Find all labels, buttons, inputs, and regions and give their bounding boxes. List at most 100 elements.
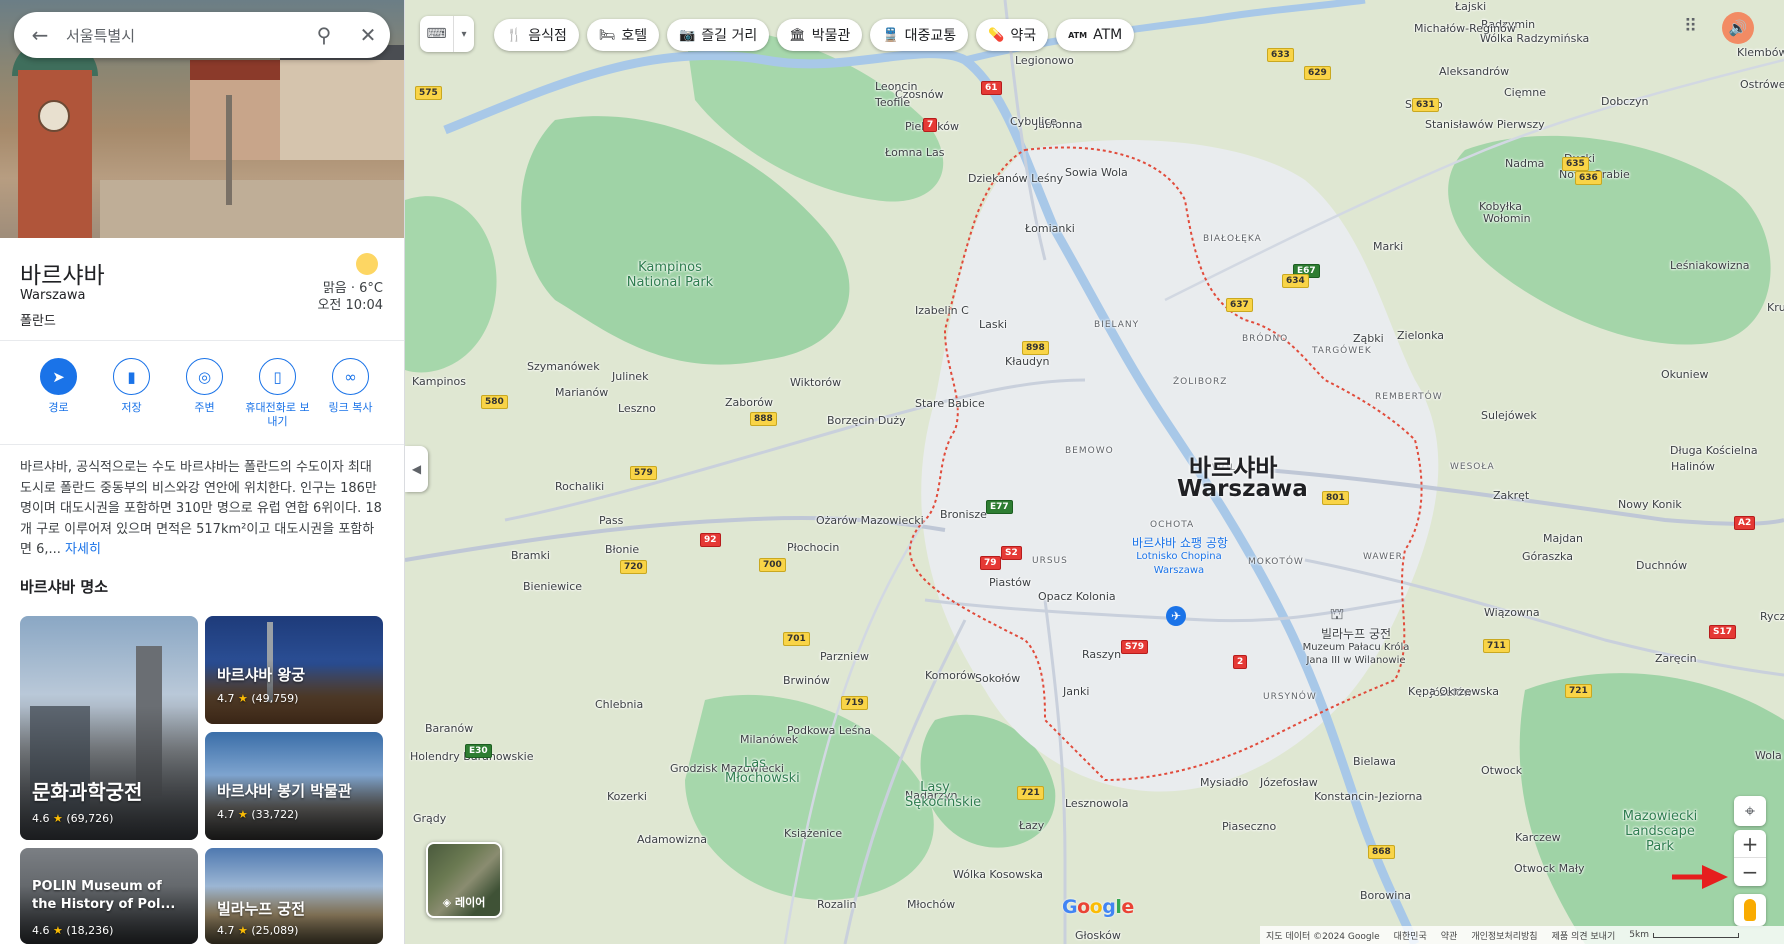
map-place-label[interactable]: Bramki [511, 549, 550, 562]
map-place-label[interactable]: Szymanówek [527, 360, 600, 373]
map-place-label[interactable]: Józefosław [1260, 776, 1318, 789]
map-place-label[interactable]: Opacz Kolonia [1038, 590, 1116, 603]
map-district-label[interactable]: BIAŁOŁĘKA [1203, 234, 1262, 244]
map-place-label[interactable]: Wołomin [1483, 212, 1531, 225]
map-place-label[interactable]: Sulejówek [1481, 409, 1537, 422]
map-place-label[interactable]: Książenice [784, 827, 842, 840]
map-place-label[interactable]: Sowia Wola [1065, 166, 1128, 179]
map-place-label[interactable]: Okuniew [1661, 368, 1708, 381]
apps-grid-icon[interactable]: ⠿ [1684, 16, 1697, 37]
map-place-label[interactable]: Ząbki [1353, 332, 1384, 345]
map-place-label[interactable]: Karczew [1515, 831, 1561, 844]
landmark-card[interactable]: 바르샤바 봉기 박물관 4.7 ★ (33,722) [205, 732, 383, 840]
map-park-label[interactable]: Las Młochowski [725, 756, 800, 786]
map-place-label[interactable]: Laski [979, 318, 1007, 331]
chip-hotels[interactable]: 🛏 호텔 [586, 19, 660, 51]
map-place-label[interactable]: Lesznowola [1065, 797, 1128, 810]
map-place-label[interactable]: Stare Babice [915, 397, 985, 410]
search-input[interactable]: 서울특별시 [66, 25, 302, 46]
map-place-label[interactable]: Łomianki [1025, 222, 1075, 235]
map-district-label[interactable]: BRÓDNO [1242, 334, 1288, 344]
map-place-label[interactable]: Wiktorów [790, 376, 841, 389]
map-place-label[interactable]: Ostrówek [1740, 78, 1784, 91]
landmark-card[interactable]: POLIN Museum of the History of Pol... 4.… [20, 848, 198, 944]
map-place-label[interactable]: Kłaudyn [1005, 355, 1050, 368]
airport-icon[interactable]: ✈ [1166, 606, 1186, 626]
map-place-label[interactable]: Borzęcin Duży [827, 414, 906, 427]
map-district-label[interactable]: BEMOWO [1065, 446, 1114, 456]
map-district-label[interactable]: REMBERTÓW [1375, 392, 1443, 402]
map-place-label[interactable]: Raszyn [1082, 648, 1121, 661]
map-district-label[interactable]: URSUS [1032, 556, 1068, 566]
map-place-label[interactable]: Góraszka [1522, 550, 1573, 563]
map-place-label[interactable]: Legionowo [1015, 54, 1074, 67]
search-box[interactable]: ← 서울특별시 ⚲ ✕ [14, 12, 390, 58]
map-place-label[interactable]: Mysiadło [1200, 776, 1248, 789]
palace-icon[interactable]: ⛫ [1323, 604, 1351, 624]
map-place-label[interactable]: Konstancin-Jeziorna [1314, 790, 1422, 803]
footer-feedback[interactable]: 제품 의견 보내기 [1552, 929, 1616, 942]
map-place-label[interactable]: Wólka Kosowska [953, 868, 1043, 881]
map-place-label[interactable]: Zielonka [1397, 329, 1444, 342]
map-place-label[interactable]: Kampinos [412, 375, 466, 388]
map-place-label[interactable]: Wiązowna [1484, 606, 1540, 619]
read-more-link[interactable]: 자세히 [65, 542, 101, 557]
map-place-label[interactable]: Teofile [875, 96, 910, 109]
map-place-label[interactable]: Nadma [1505, 157, 1544, 170]
map-park-label[interactable]: Kampinos National Park [615, 260, 725, 290]
search-icon[interactable]: ⚲ [302, 23, 346, 47]
map-place-label[interactable]: Brwinów [783, 674, 830, 687]
nearby-button[interactable]: ◎ 주변 [168, 358, 241, 429]
map-district-label[interactable]: WESOŁA [1450, 462, 1495, 472]
map-district-label[interactable]: URSYNÓW [1263, 692, 1317, 702]
map-place-label[interactable]: Marki [1373, 240, 1403, 253]
map-district-label[interactable]: WAWER [1363, 552, 1403, 562]
speaker-icon[interactable]: 🔊 [1722, 12, 1754, 44]
map-place-label[interactable]: Zaborów [725, 396, 773, 409]
map-place-label[interactable]: Łazy [1019, 819, 1044, 832]
map-place-label[interactable]: Parzniew [820, 650, 869, 663]
map-place-label[interactable]: Leśniakowizna [1670, 259, 1749, 272]
map-place-label[interactable]: Bronisze [940, 508, 987, 521]
map-place-label[interactable]: Pass [599, 514, 623, 527]
map-place-label[interactable]: Płochocin [787, 541, 839, 554]
save-button[interactable]: ▮ 저장 [95, 358, 168, 429]
map-place-label[interactable]: Baranów [425, 722, 473, 735]
map-place-label[interactable]: Marianów [555, 386, 608, 399]
chip-transit[interactable]: 🚆 대중교통 [870, 19, 969, 51]
map-place-label[interactable]: Bieniewice [523, 580, 582, 593]
map-place-label[interactable]: Julinek [612, 370, 648, 383]
map-place-label[interactable]: Leoncin [875, 80, 917, 93]
scale-bar[interactable]: 5km [1629, 930, 1739, 940]
map-place-label[interactable]: Halinów [1671, 460, 1715, 473]
map-park-label[interactable]: Mazowiecki Landscape Park [1610, 809, 1710, 854]
map-place-label[interactable]: Adamowizna [637, 833, 707, 846]
map-district-label[interactable]: OCHOTA [1150, 520, 1194, 530]
map-place-label[interactable]: Cybulice [1010, 115, 1057, 128]
map-place-label[interactable]: Głosków [1075, 929, 1121, 942]
my-location-button[interactable]: ⌖ [1734, 796, 1766, 826]
chip-pharmacies[interactable]: 💊 약국 [976, 19, 1049, 51]
map-place-label[interactable]: Łomna Las [885, 146, 944, 159]
map-place-label[interactable]: Sokołów [975, 672, 1020, 685]
map-place-label[interactable]: Piastów [989, 576, 1031, 589]
map-place-label[interactable]: Chlebnia [595, 698, 643, 711]
map-place-label[interactable]: Kozerki [607, 790, 647, 803]
map-place-label[interactable]: Stanisławów Pierwszy [1425, 118, 1545, 131]
landmark-card[interactable]: 바르샤바 왕궁 4.7 ★ (49,759) [205, 616, 383, 724]
map-place-label[interactable]: Klembów [1737, 46, 1784, 59]
zoom-in-button[interactable]: + [1734, 830, 1766, 858]
map-district-label[interactable]: MOKOTÓW [1248, 557, 1304, 567]
map-place-label[interactable]: Leszno [618, 402, 656, 415]
map-place-label[interactable]: Błonie [605, 543, 639, 556]
chip-restaurants[interactable]: 🍴 음식점 [494, 19, 579, 51]
map-district-label[interactable]: BIELANY [1094, 320, 1139, 330]
map-canvas[interactable]: Legionowo Jabłonna Czosnów Cybulice Leoncin T… [405, 0, 1784, 944]
landmark-card[interactable]: 빌라누프 궁전 4.7 ★ (25,089) [205, 848, 383, 944]
footer-privacy[interactable]: 개인정보처리방침 [1471, 929, 1537, 942]
map-park-label[interactable]: Lasy Sękocińskie [905, 780, 981, 810]
map-place-label[interactable]: Komorów [925, 669, 976, 682]
chip-atms[interactable]: ATM ATM [1056, 19, 1135, 51]
back-arrow-icon[interactable]: ← [14, 23, 66, 47]
map-place-label[interactable]: Kępa Okrzewska [1408, 685, 1499, 698]
